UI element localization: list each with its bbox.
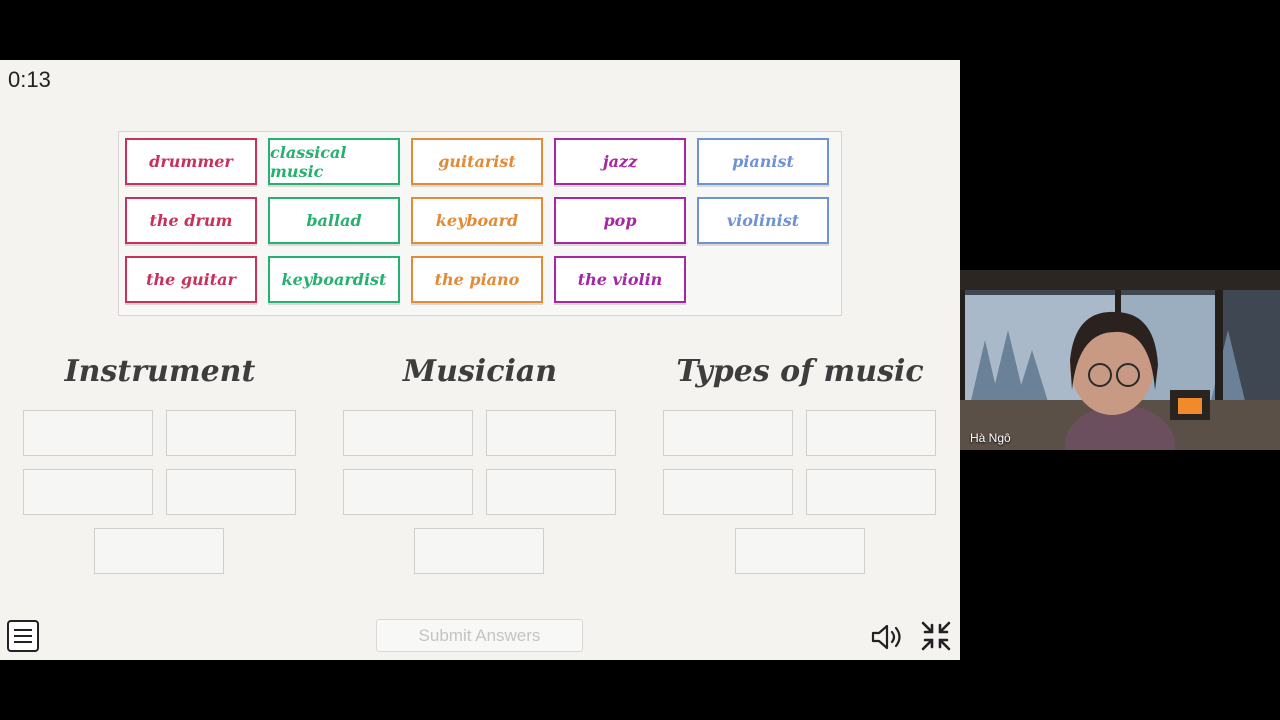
word-tile[interactable]: pianist — [697, 138, 829, 185]
drop-slot-musician[interactable] — [486, 469, 616, 515]
drop-slot-musician[interactable] — [414, 528, 544, 574]
drop-slot-instrument[interactable] — [94, 528, 224, 574]
word-tile[interactable]: violinist — [697, 197, 829, 244]
word-tile[interactable]: the violin — [554, 256, 686, 303]
drop-slot-types-of-music[interactable] — [735, 528, 865, 574]
drop-slot-types-of-music[interactable] — [663, 410, 793, 456]
hamburger-menu-icon[interactable] — [7, 620, 39, 652]
drop-slot-types-of-music[interactable] — [806, 469, 936, 515]
word-tile[interactable]: keyboardist — [268, 256, 400, 303]
drop-slot-instrument[interactable] — [166, 469, 296, 515]
category-title-instrument: Instrument — [64, 354, 256, 389]
drop-slot-types-of-music[interactable] — [663, 469, 793, 515]
collapse-fullscreen-icon[interactable] — [920, 620, 952, 652]
word-bank: drummer classical music guitarist jazz p… — [118, 131, 842, 316]
drop-slot-instrument[interactable] — [166, 410, 296, 456]
word-tile[interactable]: the guitar — [125, 256, 257, 303]
word-tile[interactable]: drummer — [125, 138, 257, 185]
word-tile[interactable]: the drum — [125, 197, 257, 244]
word-tile[interactable]: jazz — [554, 138, 686, 185]
video-frame-image — [960, 270, 1280, 450]
participant-video: Hà Ngô — [960, 270, 1280, 450]
category-title-musician: Musician — [402, 354, 558, 389]
drop-slot-instrument[interactable] — [23, 410, 153, 456]
category-title-types-of-music: Types of music — [676, 354, 924, 389]
speaker-icon[interactable] — [870, 622, 904, 652]
word-tile[interactable]: pop — [554, 197, 686, 244]
submit-answers-button[interactable]: Submit Answers — [376, 619, 583, 652]
word-tile[interactable]: keyboard — [411, 197, 543, 244]
drop-slot-musician[interactable] — [343, 469, 473, 515]
word-tile[interactable]: classical music — [268, 138, 400, 185]
word-tile[interactable]: the piano — [411, 256, 543, 303]
game-area: 0:13 drummer classical music guitarist j… — [0, 60, 960, 660]
drop-slot-instrument[interactable] — [23, 469, 153, 515]
participant-name: Hà Ngô — [970, 431, 1011, 445]
timer: 0:13 — [8, 67, 51, 92]
drop-slot-musician[interactable] — [343, 410, 473, 456]
word-tile[interactable]: guitarist — [411, 138, 543, 185]
drop-slot-types-of-music[interactable] — [806, 410, 936, 456]
drop-slot-musician[interactable] — [486, 410, 616, 456]
word-tile[interactable]: ballad — [268, 197, 400, 244]
